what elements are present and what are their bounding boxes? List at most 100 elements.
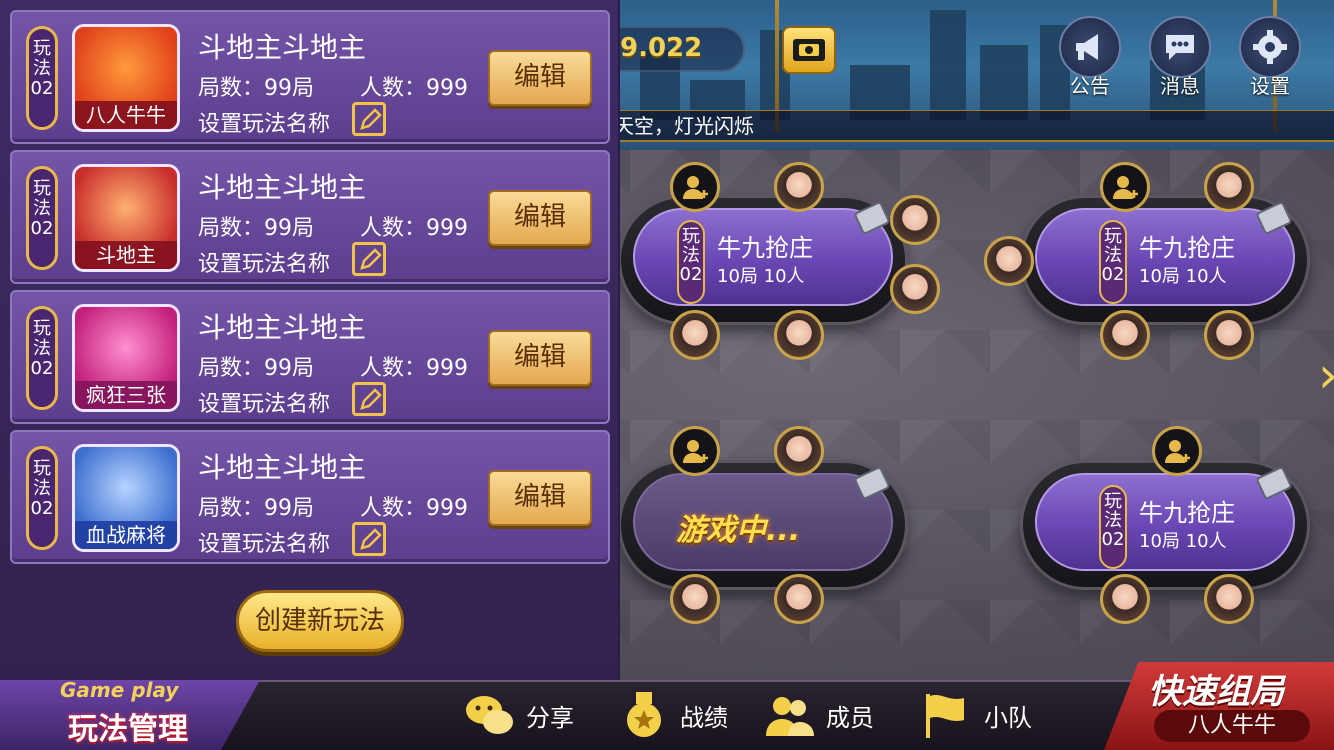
team-label: 小队 (984, 703, 1032, 732)
mode-tag: 玩法02 (26, 446, 58, 550)
table-name: 牛九抢庄 (1139, 499, 1235, 527)
megaphone-icon (1076, 34, 1098, 60)
chat-icon (1166, 35, 1194, 60)
game-table[interactable]: 玩法02 牛九抢庄 10局 10人 (1020, 460, 1310, 590)
mode-rounds: 局数：99局 (198, 76, 314, 101)
player-avatar[interactable] (984, 236, 1034, 286)
niuniu-game-icon: 八人牛牛 (72, 24, 180, 132)
mode-management-button[interactable]: Game play 玩法管理 (0, 680, 260, 750)
mode-set-name: 设置玩法名称 (198, 112, 331, 137)
player-avatar[interactable] (890, 195, 940, 245)
settings-label: 设置 (1250, 74, 1290, 98)
table-mode-tag: 玩法02 (677, 220, 705, 304)
game-table[interactable]: 玩法02 牛九抢庄 10局 10人 (1020, 195, 1310, 325)
add-user-icon (1113, 176, 1138, 199)
table-name: 牛九抢庄 (1139, 234, 1235, 262)
create-mode-button[interactable]: 创建新玩法 (236, 590, 404, 652)
doudizhu-game-icon: 斗地主 (72, 164, 180, 272)
gear-icon (1253, 30, 1287, 64)
quick-match-title: 快速组局 (1148, 672, 1284, 712)
mode-title: 斗地主斗地主 (198, 451, 367, 484)
player-avatar[interactable] (1100, 574, 1150, 624)
settings-button[interactable]: 设置 (1235, 16, 1305, 98)
player-avatar[interactable] (1100, 310, 1150, 360)
player-avatar[interactable] (670, 310, 720, 360)
next-page-arrow-icon[interactable]: › (1318, 345, 1334, 405)
marquee-banner: 天空，灯光闪烁 (600, 110, 1334, 142)
share-label: 分享 (526, 703, 574, 732)
wechat-icon (466, 696, 513, 734)
empty-seat[interactable] (1100, 162, 1150, 212)
pencil-icon[interactable] (352, 102, 386, 136)
player-avatar[interactable] (1204, 310, 1254, 360)
medal-icon (627, 692, 661, 737)
player-avatar[interactable] (1204, 162, 1254, 212)
members-icon (766, 697, 814, 736)
edit-button[interactable]: 编辑 (488, 190, 592, 246)
add-user-icon (1165, 440, 1190, 463)
playing-status: 游戏中... (676, 513, 801, 548)
mode-rounds: 局数：99局 (198, 356, 314, 381)
mode-icon-label: 血战麻将 (75, 521, 177, 549)
pencil-icon[interactable] (352, 382, 386, 416)
table-mode-tag: 玩法02 (1099, 485, 1127, 569)
game-mode-panel: 玩法02 八人牛牛 斗地主斗地主 局数：99局 人数：999 设置玩法名称 编辑… (0, 0, 620, 680)
mode-set-name: 设置玩法名称 (198, 532, 331, 557)
mode-people: 人数：999 (360, 356, 468, 381)
table-info: 10局 10人 (1139, 531, 1227, 552)
empty-seat[interactable] (670, 162, 720, 212)
player-avatar[interactable] (774, 310, 824, 360)
message-label: 消息 (1160, 74, 1200, 98)
record-label: 战绩 (680, 703, 728, 732)
player-avatar[interactable] (774, 574, 824, 624)
mode-tag: 玩法02 (26, 306, 58, 410)
ticket-icon (793, 39, 825, 61)
notice-button[interactable]: 公告 (1055, 16, 1125, 98)
mode-people: 人数：999 (360, 216, 468, 241)
mode-rounds: 局数：99局 (198, 496, 314, 521)
share-button[interactable]: 分享 (462, 690, 574, 740)
mode-icon-label: 疯狂三张 (75, 381, 177, 409)
edit-button[interactable]: 编辑 (488, 330, 592, 386)
mode-tag: 玩法02 (26, 166, 58, 270)
mode-tag: 玩法02 (26, 26, 58, 130)
add-user-icon (683, 176, 708, 199)
mgmt-en-label: Game play (60, 678, 179, 702)
mahjong-game-icon: 血战麻将 (72, 444, 180, 552)
mode-title: 斗地主斗地主 (198, 311, 367, 344)
game-table[interactable]: 玩法02 牛九抢庄 10局 10人 (618, 195, 908, 325)
player-avatar[interactable] (774, 162, 824, 212)
mode-people: 人数：999 (360, 496, 468, 521)
edit-button[interactable]: 编辑 (488, 470, 592, 526)
members-label: 成员 (826, 703, 874, 732)
coin-value: 9.022 (620, 33, 703, 63)
pencil-icon[interactable] (352, 242, 386, 276)
team-button[interactable]: 小队 (920, 690, 1032, 740)
empty-seat[interactable] (670, 426, 720, 476)
crazy-three-cards-game-icon: 疯狂三张 (72, 304, 180, 412)
edit-button[interactable]: 编辑 (488, 50, 592, 106)
add-user-icon (683, 440, 708, 463)
pencil-icon[interactable] (352, 522, 386, 556)
mode-icon-label: 八人牛牛 (75, 101, 177, 129)
player-avatar[interactable] (670, 574, 720, 624)
player-avatar[interactable] (890, 264, 940, 314)
quick-match-button[interactable]: 快速组局 八人牛牛 (1104, 662, 1334, 750)
members-button[interactable]: 成员 (762, 690, 874, 740)
empty-seat[interactable] (1152, 426, 1202, 476)
quick-match-mode: 八人牛牛 (1154, 710, 1310, 742)
mode-card: 玩法02 疯狂三张 斗地主斗地主 局数：99局 人数：999 设置玩法名称 编辑 (10, 290, 610, 424)
player-avatar[interactable] (774, 426, 824, 476)
mode-people: 人数：999 (360, 76, 468, 101)
mgmt-cn-label: 玩法管理 (68, 712, 188, 747)
mode-title: 斗地主斗地主 (198, 171, 367, 204)
mode-icon-label: 斗地主 (75, 241, 177, 269)
table-info: 10局 10人 (1139, 266, 1227, 287)
player-avatar[interactable] (1204, 574, 1254, 624)
table-mode-tag: 玩法02 (1099, 220, 1127, 304)
message-button[interactable]: 消息 (1145, 16, 1215, 98)
mode-card: 玩法02 血战麻将 斗地主斗地主 局数：99局 人数：999 设置玩法名称 编辑 (10, 430, 610, 564)
notice-label: 公告 (1070, 74, 1110, 98)
record-button[interactable]: 战绩 (616, 690, 728, 740)
ticket-button[interactable] (782, 26, 836, 74)
